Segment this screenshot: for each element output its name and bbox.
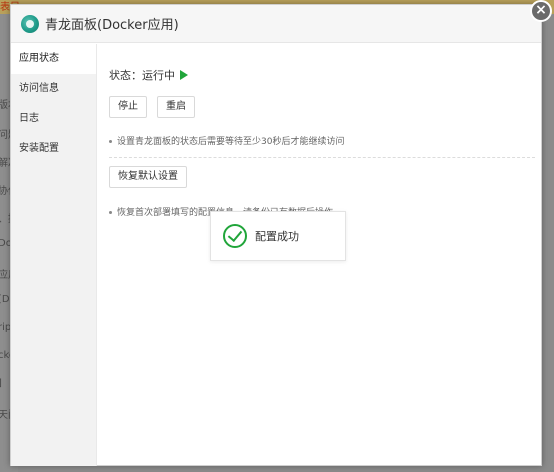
restore-defaults-button[interactable]: 恢复默认设置	[109, 166, 187, 188]
check-circle-icon	[223, 224, 247, 248]
dialog-title: 青龙面板(Docker应用)	[45, 18, 179, 33]
dialog-sidebar: 应用状态 访问信息 日志 安装配置	[11, 44, 97, 466]
dialog-titlebar[interactable]: 青龙面板(Docker应用)	[11, 5, 541, 43]
section-divider	[109, 157, 535, 158]
status-label: 状态：运行中	[109, 69, 175, 82]
status-row: 状态：运行中	[109, 67, 188, 83]
qinglong-logo-icon	[21, 14, 39, 33]
tip-restart-wait: 设置青龙面板的状态后需要等待至少30秒后才能继续访问	[109, 134, 344, 147]
play-icon	[180, 70, 188, 80]
toast-message: 配置成功	[255, 230, 299, 243]
sidebar-item-access-info[interactable]: 访问信息	[11, 74, 96, 104]
sidebar-item-logs[interactable]: 日志	[11, 104, 96, 134]
restart-button[interactable]: 重启	[157, 96, 195, 118]
stop-button[interactable]: 停止	[109, 96, 147, 118]
close-icon[interactable]: ×	[530, 0, 552, 22]
success-toast: 配置成功	[210, 211, 346, 261]
sidebar-item-install-config[interactable]: 安装配置	[11, 134, 96, 164]
sidebar-item-app-status[interactable]: 应用状态	[11, 44, 96, 74]
